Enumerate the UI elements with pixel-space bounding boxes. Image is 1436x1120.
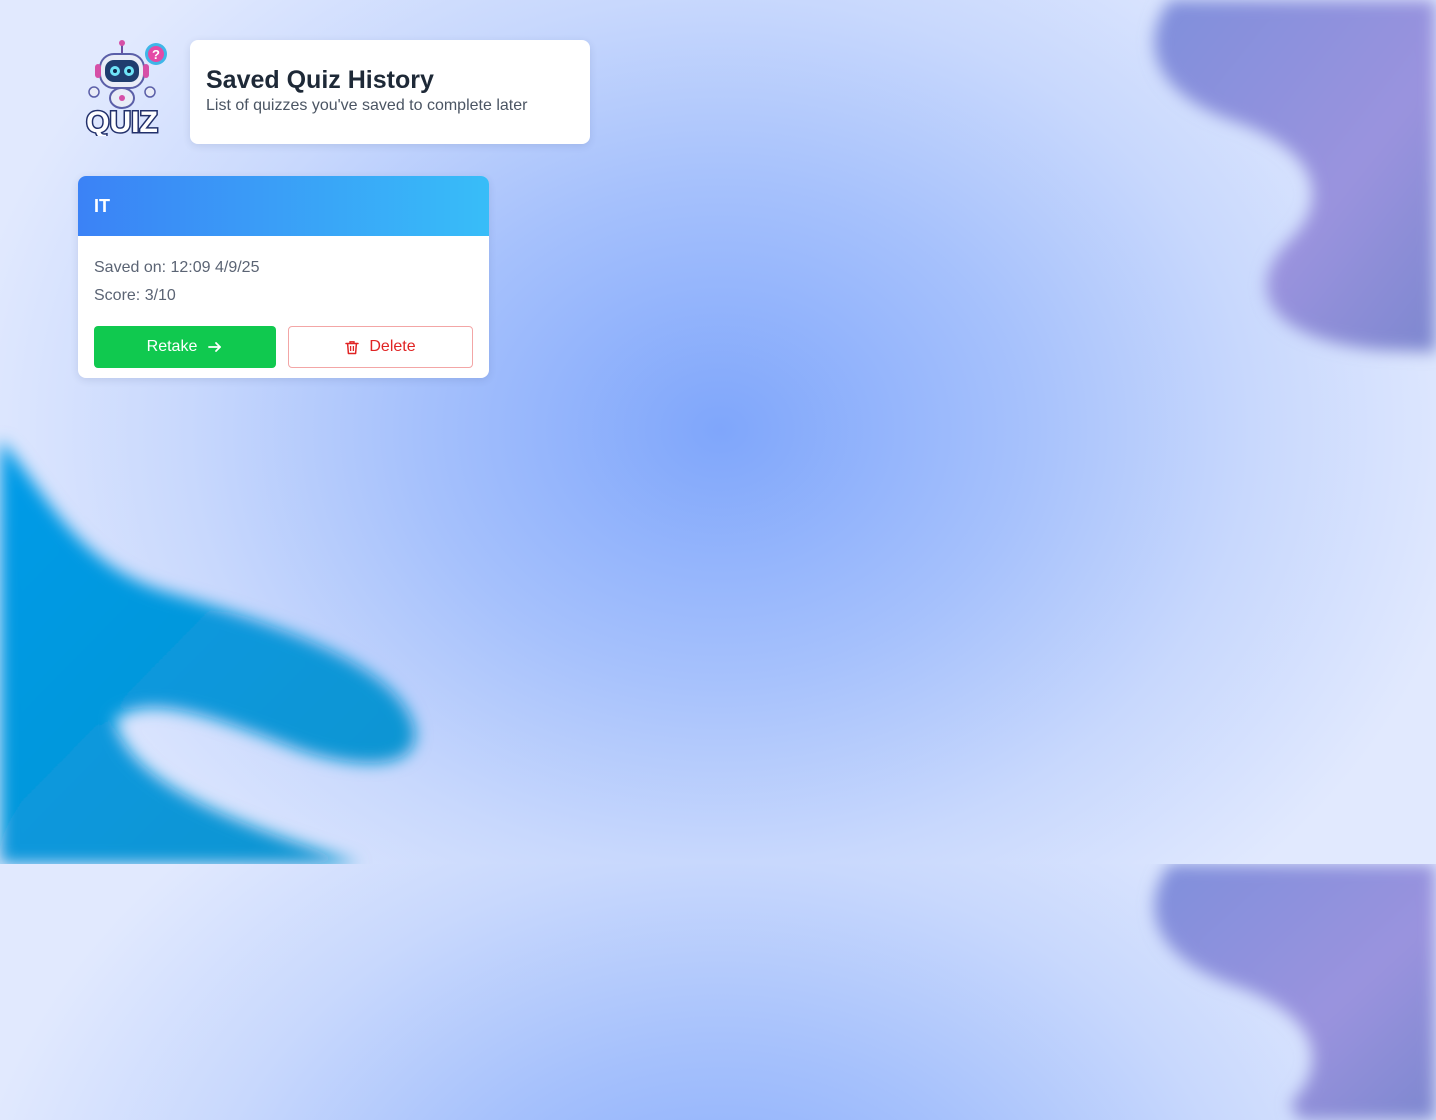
saved-quiz-card: IT Saved on: 12:09 4/9/25 Score: 3/10 Re… xyxy=(78,176,489,378)
page-subtitle: List of quizzes you've saved to complete… xyxy=(206,97,528,114)
arrow-right-icon xyxy=(207,339,223,355)
saved-on-text: Saved on: 12:09 4/9/25 xyxy=(94,259,260,276)
quiz-card-body: Saved on: 12:09 4/9/25 Score: 3/10 Retak… xyxy=(78,236,489,368)
retake-button[interactable]: Retake xyxy=(94,326,276,368)
quiz-card-header: IT xyxy=(78,176,489,236)
trash-icon xyxy=(345,340,360,355)
page-background-repeat xyxy=(0,864,1436,1120)
quiz-actions: Retake Delete xyxy=(94,326,473,368)
page-title: Saved Quiz History xyxy=(206,66,434,94)
robot-mascot-icon: ? QUIZ xyxy=(85,40,167,141)
delete-label: Delete xyxy=(369,338,416,355)
svg-text:QUIZ: QUIZ xyxy=(86,106,158,136)
delete-button[interactable]: Delete xyxy=(288,326,473,368)
quiz-logo: ? QUIZ xyxy=(80,40,172,141)
retake-label: Retake xyxy=(146,338,198,355)
page-header-card: Saved Quiz History List of quizzes you'v… xyxy=(190,40,590,144)
quiz-topic: IT xyxy=(94,195,110,216)
score-text: Score: 3/10 xyxy=(94,287,176,304)
svg-text:?: ? xyxy=(152,47,160,62)
decorative-blobs-repeat xyxy=(1154,864,1436,1120)
